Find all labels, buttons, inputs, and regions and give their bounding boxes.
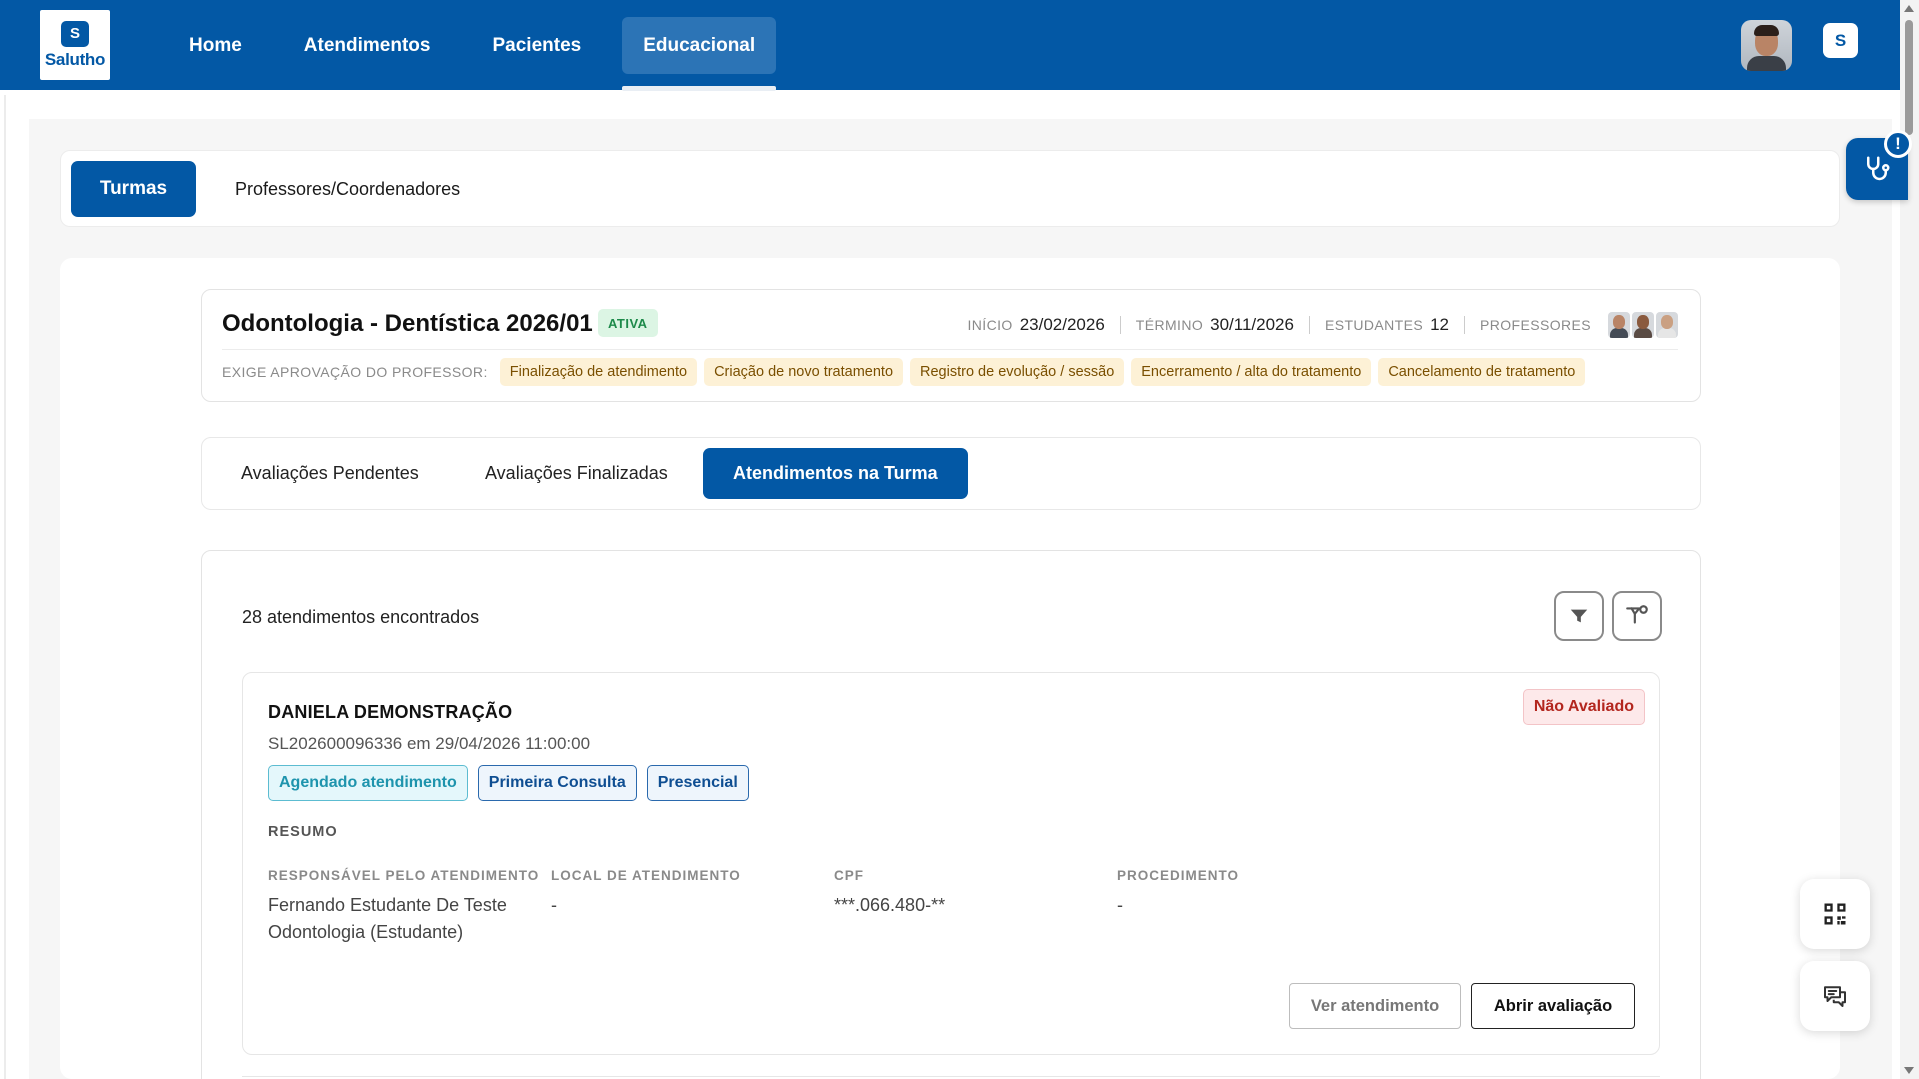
field-local: LOCAL DE ATENDIMENTO - (551, 868, 881, 919)
nav-pacientes[interactable]: Pacientes (471, 17, 602, 74)
abrir-avaliacao-button[interactable]: Abrir avaliação (1471, 983, 1635, 1029)
field-value: - (551, 895, 557, 915)
meta-separator (1464, 316, 1466, 334)
avatar-hair (1754, 25, 1779, 36)
approval-chip: Registro de evolução / sessão (910, 358, 1125, 386)
logo-mark-icon: S (61, 20, 89, 47)
scroll-up-arrow-icon[interactable] (1904, 5, 1914, 12)
class-meta: INÍCIO 23/02/2026 TÉRMINO 30/11/2026 EST… (967, 312, 1678, 338)
field-procedimento: PROCEDIMENTO - (1117, 868, 1447, 919)
left-edge-line (4, 95, 6, 1079)
filter-icon (1570, 609, 1588, 623)
meta-separator (1119, 316, 1121, 334)
appointment-card[interactable]: DANIELA DEMONSTRAÇÃO Não Avaliado SL2026… (242, 672, 1660, 1055)
field-label: CPF (834, 868, 864, 883)
approval-chip: Finalização de atendimento (499, 358, 698, 386)
avatar-body (1747, 56, 1786, 71)
nav-home[interactable]: Home (168, 17, 263, 74)
patient-name: DANIELA DEMONSTRAÇÃO (268, 702, 513, 722)
top-navigation-bar: S Salutho Home Atendimentos Pacientes Ed… (0, 0, 1900, 91)
resumo-heading: RESUMO (268, 824, 338, 840)
stethoscope-icon (1867, 156, 1890, 181)
tab-professores-coordenadores[interactable]: Professores/Coordenadores (235, 161, 460, 217)
field-cpf: CPF ***.066.480-** (834, 868, 1164, 919)
field-value: - (1117, 895, 1123, 915)
scroll-down-arrow-icon[interactable] (1904, 1067, 1914, 1074)
appointment-code: SL202600096336 em 29/04/2026 11:00:00 (268, 734, 591, 753)
field-label: LOCAL DE ATENDIMENTO (551, 868, 741, 883)
qr-code-icon (1824, 903, 1846, 925)
estudantes-label: ESTUDANTES (1324, 317, 1424, 333)
class-title: Odontologia - Dentística 2026/01 (222, 310, 593, 337)
salutho-logo[interactable]: S Salutho (40, 10, 110, 80)
class-info-card: Odontologia - Dentística 2026/01 ATIVA I… (201, 289, 1701, 402)
inicio-label: INÍCIO (967, 317, 1013, 333)
tab-turmas[interactable]: Turmas (71, 161, 196, 217)
scroll-thumb[interactable] (1905, 20, 1913, 135)
approval-chip: Criação de novo tratamento (704, 358, 904, 386)
filter-settings-icon (1626, 605, 1648, 624)
field-responsavel: RESPONSÁVEL PELO ATENDIMENTO Fernando Es… (268, 868, 598, 946)
tag-primeira-consulta: Primeira Consulta (477, 765, 637, 801)
alert-badge-icon: ! (1884, 130, 1912, 158)
approval-label: EXIGE APROVAÇÃO DO PROFESSOR: (222, 364, 488, 380)
ver-atendimento-button[interactable]: Ver atendimento (1289, 983, 1461, 1029)
tab-avaliacoes-pendentes[interactable]: Avaliações Pendentes (241, 448, 419, 499)
logo-text: Salutho (44, 49, 106, 69)
tab-atendimentos-na-turma[interactable]: Atendimentos na Turma (703, 448, 968, 499)
tag-agendado: Agendado atendimento (268, 765, 468, 801)
evaluation-subtabs: Avaliações Pendentes Avaliações Finaliza… (201, 437, 1701, 510)
section-tabs: Turmas Professores/Coordenadores (60, 150, 1840, 227)
main-nav: Home Atendimentos Pacientes Educacional (168, 17, 777, 91)
field-label: PROCEDIMENTO (1117, 868, 1240, 883)
filter-button[interactable] (1554, 591, 1604, 641)
chat-button[interactable] (1800, 961, 1870, 1031)
user-avatar[interactable] (1741, 20, 1792, 71)
termino-label: TÉRMINO (1135, 317, 1204, 333)
field-value: Fernando Estudante De Teste Odontologia … (268, 895, 507, 942)
meta-separator (1308, 316, 1310, 334)
field-label: RESPONSÁVEL PELO ATENDIMENTO (268, 868, 540, 883)
qr-code-button[interactable] (1800, 879, 1870, 949)
professor-avatar[interactable] (1608, 312, 1630, 338)
salutho-app-icon[interactable]: S (1823, 23, 1858, 58)
appointment-tags: Agendado atendimento Primeira Consulta P… (268, 765, 749, 801)
clear-filter-button[interactable] (1612, 591, 1662, 641)
tag-presencial: Presencial (646, 765, 749, 801)
professor-avatars[interactable] (1606, 312, 1678, 338)
inicio-value: 23/02/2026 (1019, 315, 1105, 334)
results-count: 28 atendimentos encontrados (242, 607, 480, 627)
professor-avatar[interactable] (1632, 312, 1654, 338)
termino-value: 30/11/2026 (1210, 315, 1294, 334)
estudantes-value: 12 (1430, 315, 1450, 334)
nav-educacional[interactable]: Educacional (622, 17, 777, 91)
professor-avatar[interactable] (1656, 312, 1678, 338)
class-card-divider (222, 349, 1678, 350)
field-value: ***.066.480-** (834, 895, 946, 915)
professores-label: PROFESSORES (1480, 317, 1591, 333)
approval-chip: Encerramento / alta do tratamento (1131, 358, 1372, 386)
nav-atendimentos[interactable]: Atendimentos (283, 17, 452, 74)
class-status-badge: ATIVA (598, 309, 658, 337)
approval-chip: Cancelamento de tratamento (1378, 358, 1586, 386)
evaluation-status-badge: Não Avaliado (1522, 689, 1645, 725)
chat-icon (1824, 986, 1846, 1007)
tab-avaliacoes-finalizadas[interactable]: Avaliações Finalizadas (485, 448, 668, 499)
approval-requirements: EXIGE APROVAÇÃO DO PROFESSOR: Finalizaçã… (222, 358, 1592, 386)
